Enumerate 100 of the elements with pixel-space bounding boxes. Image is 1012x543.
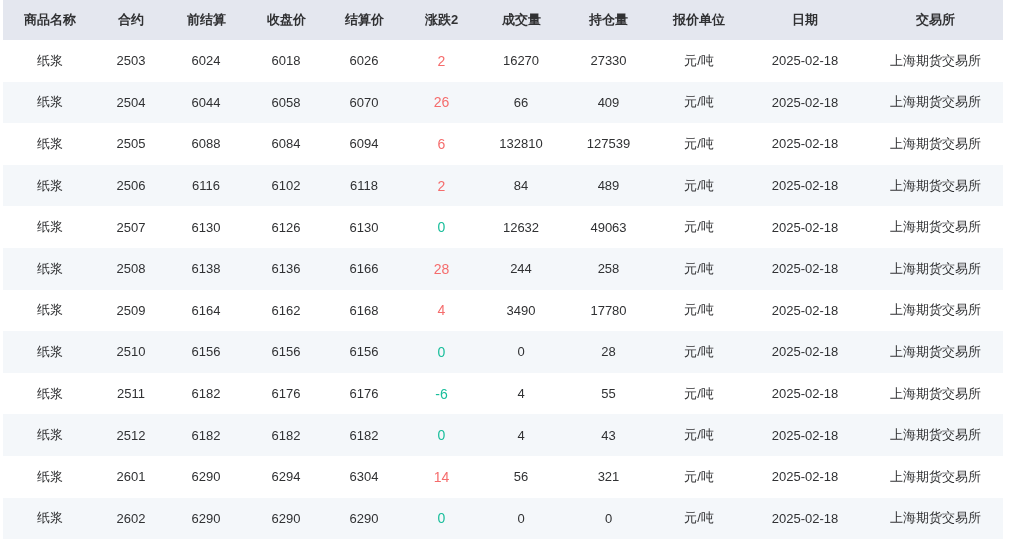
table-cell: 244 bbox=[480, 247, 562, 290]
table-cell: 2025-02-18 bbox=[743, 123, 867, 165]
table-cell: 6156 bbox=[165, 331, 247, 373]
table-cell: 17780 bbox=[562, 289, 655, 332]
table-cell: 2025-02-18 bbox=[743, 206, 867, 248]
column-header: 报价单位 bbox=[655, 0, 743, 40]
table-cell: 6130 bbox=[325, 206, 403, 248]
table-cell: 28 bbox=[403, 247, 480, 290]
table-cell: 6304 bbox=[325, 455, 403, 498]
table-cell: 6182 bbox=[247, 414, 325, 456]
column-header: 合约 bbox=[97, 0, 165, 40]
table-cell: 纸浆 bbox=[3, 40, 97, 82]
table-cell: 6168 bbox=[325, 289, 403, 332]
table-cell: 6290 bbox=[325, 497, 403, 540]
table-cell: 2 bbox=[403, 164, 480, 207]
table-cell: 4 bbox=[480, 372, 562, 415]
table-cell: 纸浆 bbox=[3, 164, 97, 207]
table-cell: 2025-02-18 bbox=[743, 372, 867, 415]
table-cell: 2025-02-18 bbox=[743, 414, 867, 456]
table-cell: 3490 bbox=[480, 289, 562, 332]
table-cell: 321 bbox=[562, 455, 655, 498]
table-cell: 2025-02-18 bbox=[743, 40, 867, 82]
column-header: 持仓量 bbox=[562, 0, 655, 40]
table-cell: 4 bbox=[480, 414, 562, 456]
table-cell: 0 bbox=[403, 497, 480, 540]
column-header: 涨跌2 bbox=[403, 0, 480, 40]
table-cell: 元/吨 bbox=[655, 414, 743, 456]
table-cell: 6164 bbox=[165, 289, 247, 332]
table-cell: 6290 bbox=[165, 455, 247, 498]
table-cell: 元/吨 bbox=[655, 372, 743, 415]
table-cell: 纸浆 bbox=[3, 455, 97, 498]
table-cell: 49063 bbox=[562, 206, 655, 248]
table-cell: 14 bbox=[403, 455, 480, 498]
table-cell: 6136 bbox=[247, 247, 325, 290]
table-cell: 元/吨 bbox=[655, 289, 743, 332]
table-cell: 2025-02-18 bbox=[743, 331, 867, 373]
table-cell: 2507 bbox=[97, 206, 165, 248]
table-cell: 2511 bbox=[97, 372, 165, 415]
table-cell: 66 bbox=[480, 81, 562, 124]
column-header: 商品名称 bbox=[3, 0, 97, 40]
table-cell: 6294 bbox=[247, 455, 325, 498]
table-cell: 16270 bbox=[480, 40, 562, 82]
column-header: 交易所 bbox=[867, 0, 1003, 40]
table-cell: 6044 bbox=[165, 81, 247, 124]
table-cell: 12632 bbox=[480, 206, 562, 248]
table-cell: 2602 bbox=[97, 497, 165, 540]
table-cell: 0 bbox=[480, 497, 562, 540]
table-cell: 6156 bbox=[325, 331, 403, 373]
table-cell: 2506 bbox=[97, 164, 165, 207]
table-cell: 0 bbox=[403, 414, 480, 456]
table-cell: 上海期货交易所 bbox=[867, 206, 1003, 248]
table-cell: 0 bbox=[403, 331, 480, 373]
table-cell: 6130 bbox=[165, 206, 247, 248]
table-cell: 28 bbox=[562, 331, 655, 373]
table-cell: 6102 bbox=[247, 164, 325, 207]
table-cell: 纸浆 bbox=[3, 289, 97, 332]
table-cell: 上海期货交易所 bbox=[867, 414, 1003, 456]
table-cell: 纸浆 bbox=[3, 206, 97, 248]
table-cell: 上海期货交易所 bbox=[867, 331, 1003, 373]
table-cell: 元/吨 bbox=[655, 40, 743, 82]
table-cell: 6176 bbox=[325, 372, 403, 415]
table-cell: 上海期货交易所 bbox=[867, 40, 1003, 82]
table-cell: 纸浆 bbox=[3, 372, 97, 415]
table-cell: 2025-02-18 bbox=[743, 164, 867, 207]
table-cell: 6088 bbox=[165, 123, 247, 165]
table-cell: 上海期货交易所 bbox=[867, 164, 1003, 207]
table-cell: 2 bbox=[403, 40, 480, 82]
table-cell: 26 bbox=[403, 81, 480, 124]
table-cell: 2503 bbox=[97, 40, 165, 82]
table-cell: 6118 bbox=[325, 164, 403, 207]
table-cell: 6070 bbox=[325, 81, 403, 124]
table-cell: 元/吨 bbox=[655, 455, 743, 498]
table-cell: 4 bbox=[403, 289, 480, 332]
table-cell: 元/吨 bbox=[655, 331, 743, 373]
table-cell: 55 bbox=[562, 372, 655, 415]
table-cell: 元/吨 bbox=[655, 206, 743, 248]
table-cell: 2508 bbox=[97, 247, 165, 290]
table-cell: 2025-02-18 bbox=[743, 497, 867, 540]
table-cell: 2509 bbox=[97, 289, 165, 332]
table-cell: 6024 bbox=[165, 40, 247, 82]
table-cell: 纸浆 bbox=[3, 81, 97, 124]
table-cell: 上海期货交易所 bbox=[867, 81, 1003, 124]
table-cell: 纸浆 bbox=[3, 247, 97, 290]
table-cell: 上海期货交易所 bbox=[867, 372, 1003, 415]
column-header: 前结算 bbox=[165, 0, 247, 40]
table-cell: 409 bbox=[562, 81, 655, 124]
table-cell: 6290 bbox=[247, 497, 325, 540]
table-cell: 纸浆 bbox=[3, 414, 97, 456]
table-cell: 6058 bbox=[247, 81, 325, 124]
table-cell: 6026 bbox=[325, 40, 403, 82]
table-cell: 2025-02-18 bbox=[743, 289, 867, 332]
table-cell: 27330 bbox=[562, 40, 655, 82]
table-cell: 上海期货交易所 bbox=[867, 123, 1003, 165]
table-cell: 2601 bbox=[97, 455, 165, 498]
table-cell: 元/吨 bbox=[655, 497, 743, 540]
table-cell: 元/吨 bbox=[655, 164, 743, 207]
table-cell: 258 bbox=[562, 247, 655, 290]
table-cell: 6290 bbox=[165, 497, 247, 540]
table-cell: 6084 bbox=[247, 123, 325, 165]
table-cell: 纸浆 bbox=[3, 331, 97, 373]
